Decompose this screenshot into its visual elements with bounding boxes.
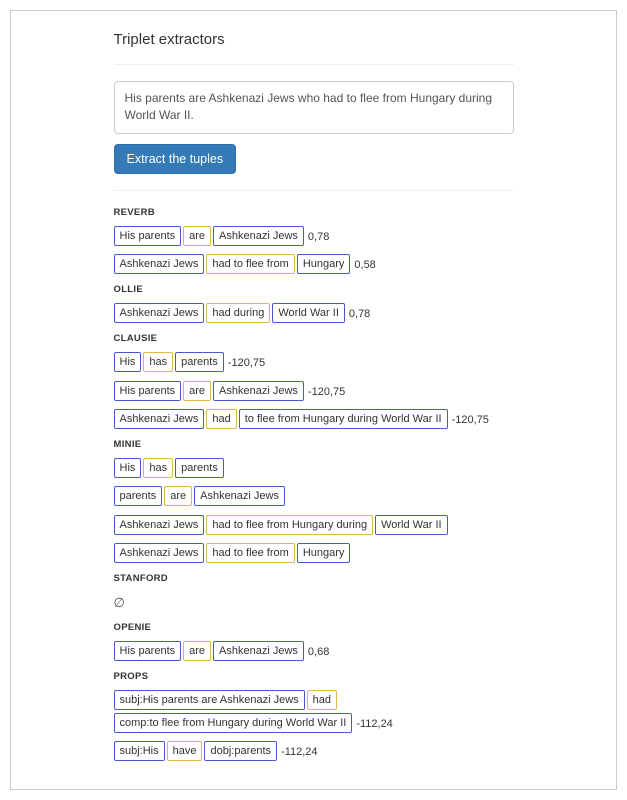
triplet-relation: have [167,741,203,761]
sentence-input[interactable]: His parents are Ashkenazi Jews who had t… [114,81,514,134]
triplet-subject: parents [114,486,163,506]
section-heading: PROPS [114,671,514,682]
triplet-relation: had during [206,303,270,323]
divider [114,190,514,191]
triplet-subject: His [114,352,142,372]
triplet-relation: had to flee from [206,254,294,274]
triplet-subject: Ashkenazi Jews [114,515,205,535]
triplet-subject: His parents [114,226,182,246]
triplet-object: World War II [272,303,345,323]
triplet-subject: His parents [114,641,182,661]
triplet-row: Ashkenazi Jewshad to flee fromHungary0,5… [114,254,514,276]
triplet-subject: His parents [114,381,182,401]
section-heading: MINIE [114,439,514,450]
section-heading: OLLIE [114,284,514,295]
section-heading: REVERB [114,207,514,218]
triplet-relation: has [143,352,173,372]
triplet-relation: had [307,690,337,710]
triplet-subject: subj:His [114,741,165,761]
triplet-subject: Ashkenazi Jews [114,254,205,274]
triplet-score: -120,75 [308,381,345,403]
triplet-object: Ashkenazi Jews [194,486,285,506]
extract-button[interactable]: Extract the tuples [114,144,237,174]
triplet-score: 0,68 [308,641,329,663]
triplet-row: subj:Hishavedobj:parents-112,24 [114,741,514,763]
triplet-object: parents [175,352,224,372]
triplet-score: 0,78 [308,226,329,248]
page-title: Triplet extractors [114,31,514,48]
triplet-row: subj:His parents are Ashkenazi Jewshad co… [114,690,514,734]
triplet-row: Ashkenazi Jewshad to flee from Hungary d… [114,515,514,537]
triplet-relation: had to flee from [206,543,294,563]
triplet-relation: are [183,381,211,401]
triplet-score: -120,75 [452,409,489,431]
triplet-row: His parentsareAshkenazi Jews-120,75 [114,381,514,403]
triplet-subject: Ashkenazi Jews [114,543,205,563]
triplet-object: comp:to flee from Hungary during World W… [114,713,353,733]
triplet-row: Hishasparents [114,458,514,480]
triplet-relation: had to flee from Hungary during [206,515,373,535]
triplet-score: 0,78 [349,303,370,325]
triplet-row: parentsareAshkenazi Jews [114,486,514,508]
triplet-object: Ashkenazi Jews [213,381,304,401]
triplet-object: Hungary [297,254,351,274]
triplet-score: -120,75 [228,352,265,374]
triplet-object: dobj:parents [204,741,277,761]
section-heading: OPENIE [114,622,514,633]
triplet-row: Hishasparents-120,75 [114,352,514,374]
divider [114,64,514,65]
triplet-relation: are [183,226,211,246]
section-heading: STANFORD [114,573,514,584]
triplet-relation: had [206,409,236,429]
triplet-row: His parentsareAshkenazi Jews0,68 [114,641,514,663]
triplet-subject: His [114,458,142,478]
triplet-relation: are [164,486,192,506]
triplet-relation: has [143,458,173,478]
triplet-score: 0,58 [354,254,375,276]
triplet-score: -112,24 [281,741,318,763]
triplet-object: Hungary [297,543,351,563]
triplet-object: to flee from Hungary during World War II [239,409,448,429]
triplet-object: parents [175,458,224,478]
triplet-object: Ashkenazi Jews [213,641,304,661]
triplet-relation: are [183,641,211,661]
triplet-subject: subj:His parents are Ashkenazi Jews [114,690,305,710]
triplet-object: World War II [375,515,448,535]
triplet-subject: Ashkenazi Jews [114,303,205,323]
triplet-row: His parentsareAshkenazi Jews0,78 [114,226,514,248]
section-heading: CLAUSIE [114,333,514,344]
triplet-object: Ashkenazi Jews [213,226,304,246]
triplet-score: -112,24 [356,713,393,735]
triplet-row: Ashkenazi Jewshadto flee from Hungary du… [114,409,514,431]
triplet-subject: Ashkenazi Jews [114,409,205,429]
triplet-row: Ashkenazi Jewshad to flee fromHungary [114,543,514,565]
triplet-row: Ashkenazi Jewshad duringWorld War II0,78 [114,303,514,325]
empty-result: ∅ [114,592,514,614]
